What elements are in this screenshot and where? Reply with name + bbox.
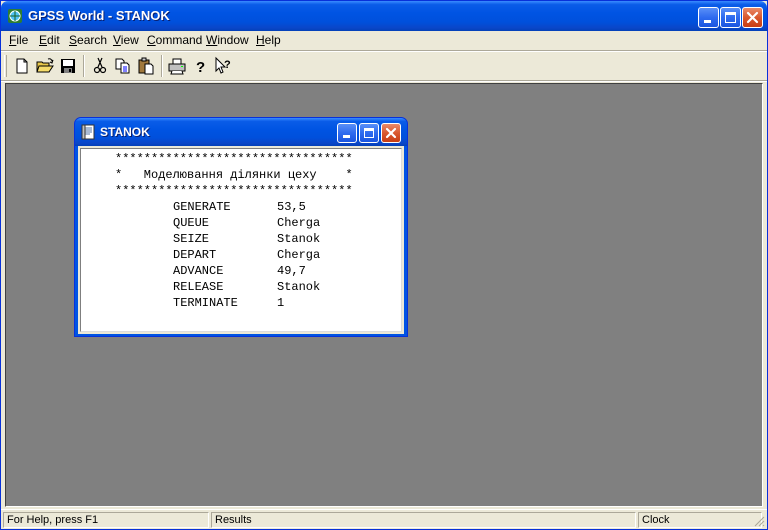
block-name: TERMINATE	[173, 296, 238, 310]
status-clock-pane: Clock	[638, 512, 762, 528]
save-button[interactable]	[57, 55, 79, 77]
menu-window[interactable]: Window	[206, 33, 249, 47]
print-icon	[168, 58, 186, 75]
toolbar-separator	[161, 55, 163, 77]
block-operand: 1	[277, 296, 285, 310]
minimize-icon	[343, 135, 350, 138]
close-button[interactable]	[742, 7, 763, 28]
document-title-bar[interactable]: STANOK	[75, 118, 407, 146]
new-file-icon	[16, 58, 28, 74]
menu-view[interactable]: View	[113, 33, 139, 47]
menu-search[interactable]: Search	[69, 33, 107, 47]
document-frame: ********************************* * Моде…	[78, 146, 404, 334]
comment-border-top: *********************************	[115, 152, 353, 166]
block-name: ADVANCE	[173, 264, 224, 278]
toolbar-separator	[83, 55, 85, 77]
paste-button[interactable]	[135, 55, 157, 77]
copy-icon	[115, 58, 130, 74]
save-icon	[61, 59, 75, 73]
block-name: QUEUE	[173, 216, 210, 230]
block-operand: Stanok	[277, 280, 321, 294]
toolbar: ? ?	[1, 52, 767, 81]
maximize-icon	[725, 12, 736, 23]
new-file-button[interactable]	[11, 55, 33, 77]
status-help-pane: For Help, press F1	[3, 512, 209, 528]
menu-file[interactable]: File	[9, 33, 28, 47]
menu-help[interactable]: Help	[256, 33, 281, 47]
document-minimize-button[interactable]	[337, 123, 357, 143]
copy-button[interactable]	[112, 55, 134, 77]
gpss-world-icon	[7, 8, 23, 24]
document-icon	[80, 124, 96, 140]
main-title-bar[interactable]: GPSS World - STANOK	[1, 1, 767, 31]
block-operand: 53,5	[277, 200, 306, 214]
help-icon: ?	[196, 59, 205, 76]
document-title: STANOK	[100, 125, 150, 139]
model-editor[interactable]: ********************************* * Моде…	[80, 148, 402, 332]
maximize-icon	[364, 128, 374, 138]
status-results-pane: Results	[211, 512, 636, 528]
block-name: GENERATE	[173, 200, 231, 214]
maximize-button[interactable]	[720, 7, 741, 28]
open-button[interactable]	[34, 55, 56, 77]
minimize-icon	[704, 20, 711, 23]
block-operand: Cherga	[277, 216, 321, 230]
document-close-button[interactable]	[381, 123, 401, 143]
block-name: SEIZE	[173, 232, 210, 246]
help-button[interactable]: ?	[189, 55, 211, 77]
print-button[interactable]	[166, 55, 188, 77]
minimize-button[interactable]	[698, 7, 719, 28]
comment-border-bottom: *********************************	[115, 184, 353, 198]
toolbar-grip[interactable]	[4, 55, 7, 77]
menu-edit[interactable]: Edit	[39, 33, 60, 47]
document-window-stanok[interactable]: STANOK *********************************…	[74, 117, 408, 337]
context-help-icon: ?	[215, 56, 231, 74]
app-window: GPSS World - STANOK File Edit Search Vie…	[0, 0, 768, 530]
context-help-button[interactable]: ?	[212, 55, 234, 77]
open-folder-icon	[36, 58, 54, 73]
paste-icon	[138, 57, 154, 75]
block-operand: Cherga	[277, 248, 321, 262]
window-title: GPSS World - STANOK	[28, 8, 170, 23]
svg-text:?: ?	[224, 59, 231, 71]
resize-grip-icon[interactable]	[753, 515, 765, 527]
menu-bar: File Edit Search View Command Window Hel…	[1, 31, 767, 50]
block-name: RELEASE	[173, 280, 224, 294]
menu-command[interactable]: Command	[147, 33, 202, 47]
svg-text:?: ?	[196, 59, 205, 76]
cut-button[interactable]	[89, 55, 111, 77]
close-icon	[385, 127, 397, 139]
document-maximize-button[interactable]	[359, 123, 379, 143]
status-bar: For Help, press F1 Results Clock	[1, 509, 767, 529]
close-icon	[746, 11, 759, 24]
toolbar-separator-line	[1, 80, 767, 82]
block-operand: 49,7	[277, 264, 306, 278]
comment-line: * Моделювання ділянки цеху *	[115, 168, 353, 182]
block-operand: Stanok	[277, 232, 321, 246]
block-name: DEPART	[173, 248, 217, 262]
cut-icon	[93, 57, 107, 74]
